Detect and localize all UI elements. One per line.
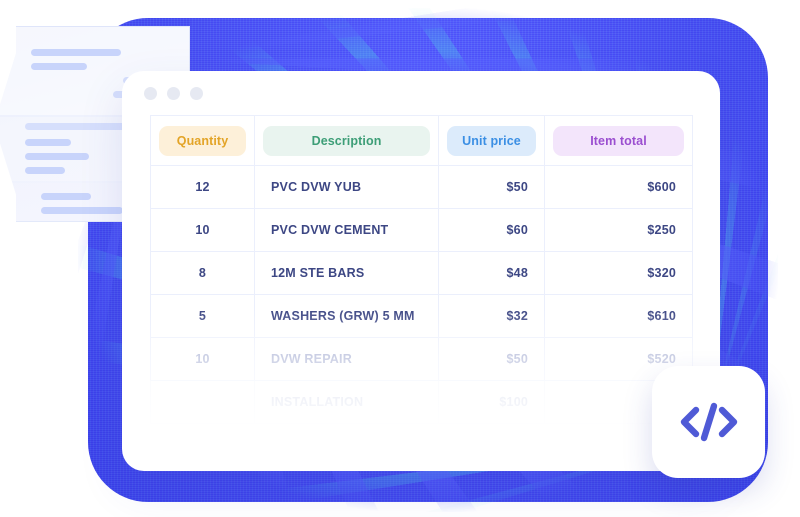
code-icon — [678, 400, 740, 444]
paper-line — [31, 63, 87, 70]
invoice-table: Quantity Description Unit price Item tot… — [150, 115, 693, 424]
table-row[interactable]: INSTALLATION $100 $1 — [150, 380, 693, 424]
paper-line — [41, 207, 123, 214]
column-header-description-label: Description — [263, 125, 430, 156]
cell-unit-price: $32 — [438, 294, 545, 338]
cell-quantity: 8 — [150, 251, 255, 295]
column-header-quantity-label: Quantity — [159, 125, 246, 156]
column-header-unit-price-label: Unit price — [447, 125, 536, 156]
paper-line — [25, 123, 137, 130]
cell-quantity: 10 — [150, 337, 255, 381]
cell-unit-price: $60 — [438, 208, 545, 252]
cell-item-total: $320 — [544, 251, 693, 295]
window-titlebar — [122, 71, 720, 115]
cell-description: PVC DVW CEMENT — [254, 208, 439, 252]
cell-item-total: $600 — [544, 165, 693, 209]
window-dot-minimize-icon[interactable] — [167, 86, 180, 100]
paper-line — [25, 139, 71, 146]
column-header-item-total[interactable]: Item total — [544, 115, 693, 166]
cell-quantity: 12 — [150, 165, 255, 209]
column-header-item-total-label: Item total — [553, 125, 684, 156]
code-badge-card[interactable] — [652, 366, 765, 478]
table-row[interactable]: 10 DVW REPAIR $50 $520 — [150, 337, 693, 381]
cell-unit-price: $100 — [438, 380, 545, 424]
table-row[interactable]: 12 PVC DVW YUB $50 $600 — [150, 165, 693, 209]
cell-description: INSTALLATION — [254, 380, 439, 424]
table-header-row: Quantity Description Unit price Item tot… — [150, 115, 693, 166]
invoice-table-wrapper: Quantity Description Unit price Item tot… — [122, 115, 720, 428]
column-header-quantity[interactable]: Quantity — [150, 115, 255, 166]
cell-description: WASHERS (GRW) 5 MM — [254, 294, 439, 338]
cell-quantity: 10 — [150, 208, 255, 252]
invoice-table-head: Quantity Description Unit price Item tot… — [150, 115, 693, 166]
paper-line — [41, 193, 91, 200]
table-row[interactable]: 8 12M STE BARS $48 $320 — [150, 251, 693, 295]
cell-description: DVW REPAIR — [254, 337, 439, 381]
paper-line — [25, 153, 89, 160]
cell-item-total: $250 — [544, 208, 693, 252]
cell-description: 12M STE BARS — [254, 251, 439, 295]
cell-description: PVC DVW YUB — [254, 165, 439, 209]
cell-item-total: $610 — [544, 294, 693, 338]
cell-quantity — [150, 380, 255, 424]
column-header-unit-price[interactable]: Unit price — [438, 115, 545, 166]
paper-line — [31, 49, 121, 56]
cell-unit-price: $50 — [438, 165, 545, 209]
cell-unit-price: $48 — [438, 251, 545, 295]
cell-quantity: 5 — [150, 294, 255, 338]
window-dot-close-icon[interactable] — [144, 86, 157, 100]
window-dot-maximize-icon[interactable] — [190, 86, 203, 100]
paper-line — [25, 167, 65, 174]
cell-unit-price: $50 — [438, 337, 545, 381]
illustration-stage: Quantity Description Unit price Item tot… — [0, 0, 800, 517]
invoice-table-body: 12 PVC DVW YUB $50 $600 10 PVC DVW CEMEN… — [150, 165, 693, 424]
column-header-description[interactable]: Description — [254, 115, 439, 166]
browser-window-card: Quantity Description Unit price Item tot… — [122, 71, 720, 471]
table-row[interactable]: 10 PVC DVW CEMENT $60 $250 — [150, 208, 693, 252]
table-row[interactable]: 5 WASHERS (GRW) 5 MM $32 $610 — [150, 294, 693, 338]
